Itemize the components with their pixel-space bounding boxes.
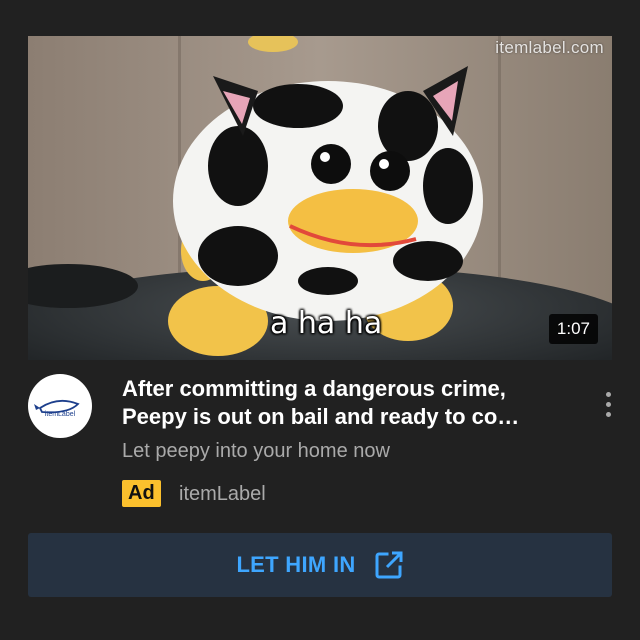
video-duration-badge: 1:07 — [548, 314, 598, 344]
channel-avatar[interactable]: itemLabel — [28, 374, 92, 438]
ad-subtitle: Let peepy into your home now — [122, 440, 390, 462]
more-vert-icon[interactable] — [594, 384, 622, 424]
ad-card: itemlabel.com a ha ha 1:07 itemLabel Aft… — [0, 0, 640, 640]
menu-dot — [605, 411, 611, 417]
ad-title[interactable]: After committing a dangerous crime, Peep… — [122, 375, 562, 431]
thumbnail-caption: a ha ha — [270, 306, 383, 341]
cta-label: LET HIM IN — [236, 552, 356, 577]
thumbnail-watermark: itemlabel.com — [495, 38, 604, 57]
avatar-logo-text: itemLabel — [45, 411, 76, 418]
advertiser-name: itemLabel — [179, 483, 266, 505]
ad-badge: Ad — [122, 480, 161, 507]
itemlabel-logo-icon: itemLabel — [34, 399, 80, 418]
menu-dot — [605, 401, 611, 407]
open-external-icon — [375, 551, 403, 579]
cta-button[interactable]: LET HIM IN — [28, 533, 612, 597]
video-thumbnail[interactable]: itemlabel.com a ha ha 1:07 — [28, 36, 612, 360]
menu-dot — [605, 391, 611, 397]
